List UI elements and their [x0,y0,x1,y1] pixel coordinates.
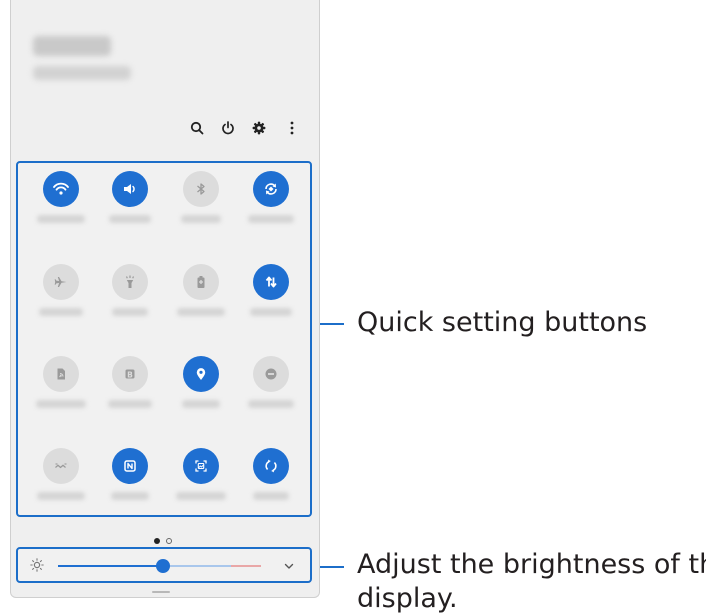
brightness-callout-line1: Adjust the brightness of the [357,549,706,580]
auto-rotate-icon [265,183,277,195]
quick-setting-bluetooth[interactable] [183,171,219,207]
svg-text:B: B [127,370,133,379]
quick-setting-location[interactable] [183,356,219,392]
bixby-routines-icon: B [125,369,135,379]
chevron-down-icon[interactable] [282,559,296,573]
sun-icon [30,558,44,572]
do-not-disturb-icon [265,368,277,380]
quick-setting-link-sharing[interactable] [43,448,79,484]
quick-setting-power-saving[interactable] [183,264,219,300]
navigation-handle[interactable] [152,591,170,593]
quick-settings-leader-line [320,323,344,325]
brightness-track-empty [163,565,231,567]
sound-icon [124,184,135,194]
quick-setting-sync[interactable] [253,448,289,484]
quick-setting-flashlight[interactable] [112,264,148,300]
clock-date [33,66,131,80]
quick-setting-label [250,308,292,316]
quick-setting-label [36,400,86,408]
quick-setting-screen-recorder[interactable] [183,448,219,484]
quick-setting-label [248,215,294,223]
power-icon[interactable] [216,116,240,140]
brightness-control [16,547,312,583]
quick-setting-label [248,400,294,408]
quick-setting-do-not-disturb[interactable] [253,356,289,392]
brightness-callout-line2: display. [357,583,458,614]
quick-settings-callout: Quick setting buttons [357,307,648,338]
quick-setting-label [112,308,148,316]
quick-setting-label [177,308,225,316]
quick-setting-wifi[interactable] [43,171,79,207]
wifi-icon [53,182,69,195]
sync-icon [265,459,277,473]
screen-recorder-icon [195,460,207,472]
page-indicator-active[interactable] [154,538,160,544]
quick-setting-nfc[interactable] [112,448,148,484]
quick-setting-bixby-routines[interactable]: B [112,356,148,392]
search-icon[interactable] [185,116,209,140]
brightness-slider-thumb[interactable] [156,559,170,573]
airplane-mode-icon [54,277,67,287]
more-options-icon[interactable] [280,116,304,140]
quick-setting-label [253,492,289,500]
brightness-track-high [231,565,261,567]
mobile-data-icon [265,276,277,288]
bluetooth-icon [197,183,205,195]
settings-icon[interactable] [247,116,271,140]
quick-setting-mobile-hotspot[interactable] [43,356,79,392]
brightness-leader-line [320,566,344,568]
power-saving-icon [197,276,205,288]
quick-setting-sound[interactable] [112,171,148,207]
quick-setting-label [182,400,220,408]
location-icon [196,368,206,380]
quick-setting-label [176,492,226,500]
clock-time [33,36,111,56]
brightness-track-filled [58,565,163,567]
quick-settings-panel: B [16,161,312,517]
mobile-hotspot-icon [57,368,65,380]
quick-setting-label [109,215,151,223]
quick-setting-auto-rotate[interactable] [253,171,289,207]
quick-setting-label [108,400,152,408]
quick-setting-label [111,492,149,500]
quick-setting-mobile-data[interactable] [253,264,289,300]
link-sharing-icon [55,463,67,469]
flashlight-icon [125,275,135,288]
quick-setting-label [181,215,221,223]
quick-setting-label [37,492,85,500]
quick-setting-label [39,308,83,316]
phone-screen: B [10,0,320,598]
nfc-icon [124,460,136,472]
quick-setting-label [37,215,85,223]
quick-setting-airplane-mode[interactable] [43,264,79,300]
page-indicator-inactive[interactable] [166,538,172,544]
